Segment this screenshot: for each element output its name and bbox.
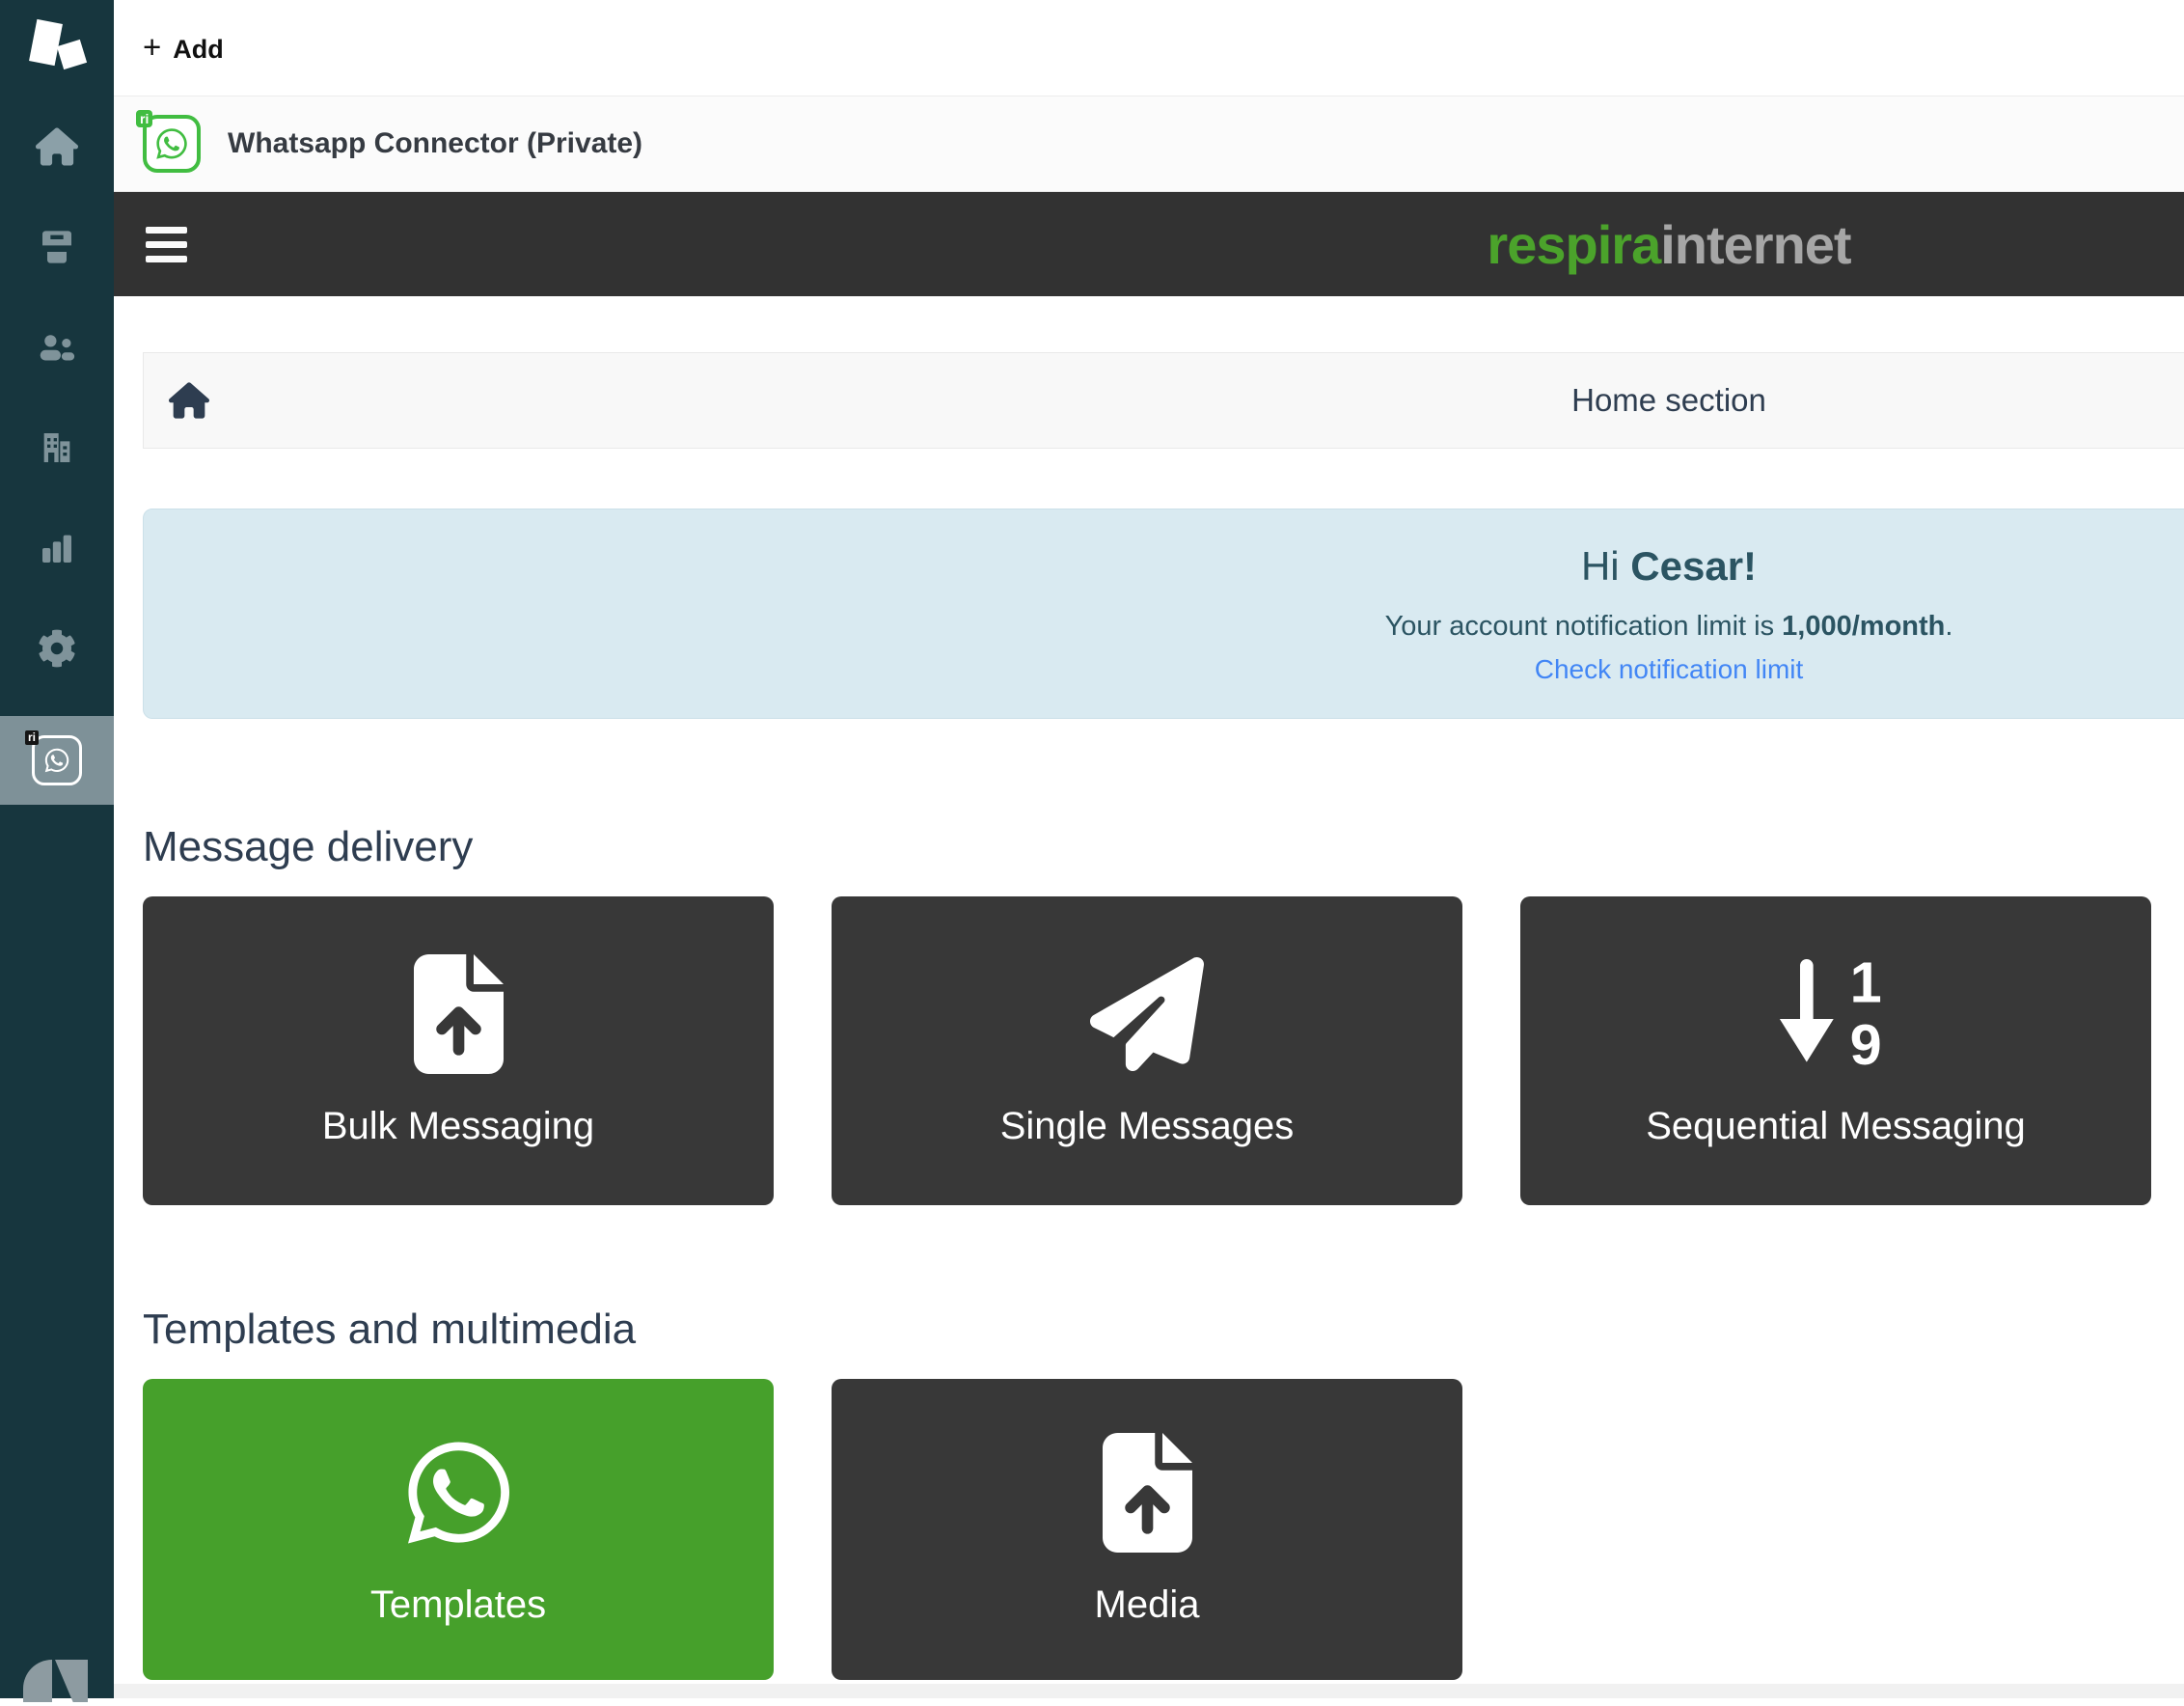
section-title-templates-multimedia: Templates and multimedia bbox=[143, 1306, 2184, 1354]
whatsapp-app-icon: ri bbox=[32, 735, 82, 785]
bar-chart-icon bbox=[38, 529, 76, 567]
inbox-archive-icon bbox=[38, 228, 76, 266]
sidebar-item-inbox[interactable] bbox=[0, 197, 114, 297]
sidebar-nav: ri bbox=[0, 96, 114, 805]
brand-logo-gray: internet bbox=[1660, 213, 1850, 276]
whatsapp-icon bbox=[43, 747, 70, 774]
add-button-label: Add bbox=[173, 35, 223, 65]
limit-value: 1,000/month bbox=[1782, 611, 1945, 642]
tile-label: Single Messages bbox=[1000, 1105, 1295, 1148]
connector-badge: ri bbox=[136, 110, 152, 127]
horizontal-scrollbar-track[interactable] bbox=[114, 1684, 2184, 1698]
delivery-tiles: Bulk Messaging Single Messages 1 9 Se bbox=[143, 896, 2184, 1205]
greeting: Hi Cesar! bbox=[1581, 543, 1757, 590]
app-logo-shape bbox=[29, 19, 63, 66]
tile-label: Sequential Messaging bbox=[1646, 1105, 2026, 1148]
hamburger-icon bbox=[146, 227, 187, 234]
partner-logo-shape bbox=[23, 1660, 52, 1702]
tile-media[interactable]: Media bbox=[832, 1379, 1462, 1680]
app-logo-shape bbox=[57, 40, 87, 69]
sidebar-item-settings[interactable] bbox=[0, 598, 114, 699]
breadcrumb: Home section bbox=[143, 352, 2184, 449]
sidebar-item-company[interactable] bbox=[0, 398, 114, 498]
menu-button[interactable] bbox=[146, 227, 187, 262]
sidebar-item-users[interactable] bbox=[0, 297, 114, 398]
file-upload-icon bbox=[414, 954, 504, 1074]
sidebar-item-home[interactable] bbox=[0, 96, 114, 197]
digit-one: 1 bbox=[1849, 954, 1881, 1015]
home-icon bbox=[36, 125, 78, 168]
content: Home section Hi Cesar! Your account noti… bbox=[114, 296, 2184, 1680]
hamburger-icon bbox=[146, 256, 187, 262]
sort-numeric-down-icon: 1 9 bbox=[1770, 954, 1901, 1074]
connector-title: Whatsapp Connector (Private) bbox=[228, 127, 642, 160]
limit-text: Your account notification limit is 1,000… bbox=[1385, 611, 1953, 643]
limit-suffix: . bbox=[1945, 611, 1952, 642]
tile-label: Templates bbox=[370, 1583, 546, 1627]
tile-label: Media bbox=[1095, 1583, 1200, 1627]
connector-row[interactable]: ri Whatsapp Connector (Private) bbox=[114, 96, 2184, 192]
topbar: + Add bbox=[114, 0, 2184, 96]
tile-single-messages[interactable]: Single Messages bbox=[832, 896, 1462, 1205]
tile-bulk-messaging[interactable]: Bulk Messaging bbox=[143, 896, 774, 1205]
paper-plane-icon bbox=[1090, 954, 1204, 1074]
greeting-name: Cesar! bbox=[1630, 543, 1757, 589]
limit-prefix: Your account notification limit is bbox=[1385, 611, 1783, 642]
tile-templates[interactable]: Templates bbox=[143, 1379, 774, 1680]
partner-logo-shape bbox=[55, 1660, 88, 1702]
page-title: Home section bbox=[144, 382, 2184, 419]
connector-badge: ri bbox=[25, 730, 39, 745]
hamburger-icon bbox=[146, 241, 187, 248]
notification-infobox: Hi Cesar! Your account notification limi… bbox=[143, 509, 2184, 719]
greeting-hi: Hi bbox=[1581, 543, 1630, 589]
section-title-message-delivery: Message delivery bbox=[143, 823, 2184, 871]
brand-logo-green: respira bbox=[1487, 213, 1660, 276]
file-upload-icon bbox=[1103, 1433, 1192, 1553]
tile-label: Bulk Messaging bbox=[322, 1105, 594, 1148]
sidebar-item-whatsapp-active[interactable]: ri bbox=[0, 716, 114, 805]
building-icon bbox=[38, 428, 76, 467]
plus-icon: + bbox=[143, 31, 161, 63]
tile-sequential-messaging[interactable]: 1 9 Sequential Messaging bbox=[1520, 896, 2151, 1205]
brand-logo: respirainternet bbox=[143, 192, 2184, 296]
whatsapp-icon bbox=[408, 1433, 509, 1553]
whatsapp-icon bbox=[154, 126, 189, 161]
sidebar-item-stats[interactable] bbox=[0, 498, 114, 598]
gear-icon bbox=[38, 629, 76, 668]
app-header: respirainternet bbox=[114, 192, 2184, 296]
check-limit-link[interactable]: Check notification limit bbox=[1535, 654, 1804, 685]
sidebar: ri bbox=[0, 0, 114, 1698]
template-tiles: Templates Media bbox=[143, 1379, 2184, 1680]
users-icon bbox=[38, 328, 76, 367]
add-button[interactable]: + Add bbox=[143, 31, 224, 65]
app-logo-icon bbox=[25, 19, 89, 77]
whatsapp-app-icon: ri bbox=[143, 115, 201, 173]
main-area: + Add ri Whatsapp Connector (Private) re… bbox=[114, 0, 2184, 1698]
digit-nine: 9 bbox=[1849, 1012, 1881, 1074]
